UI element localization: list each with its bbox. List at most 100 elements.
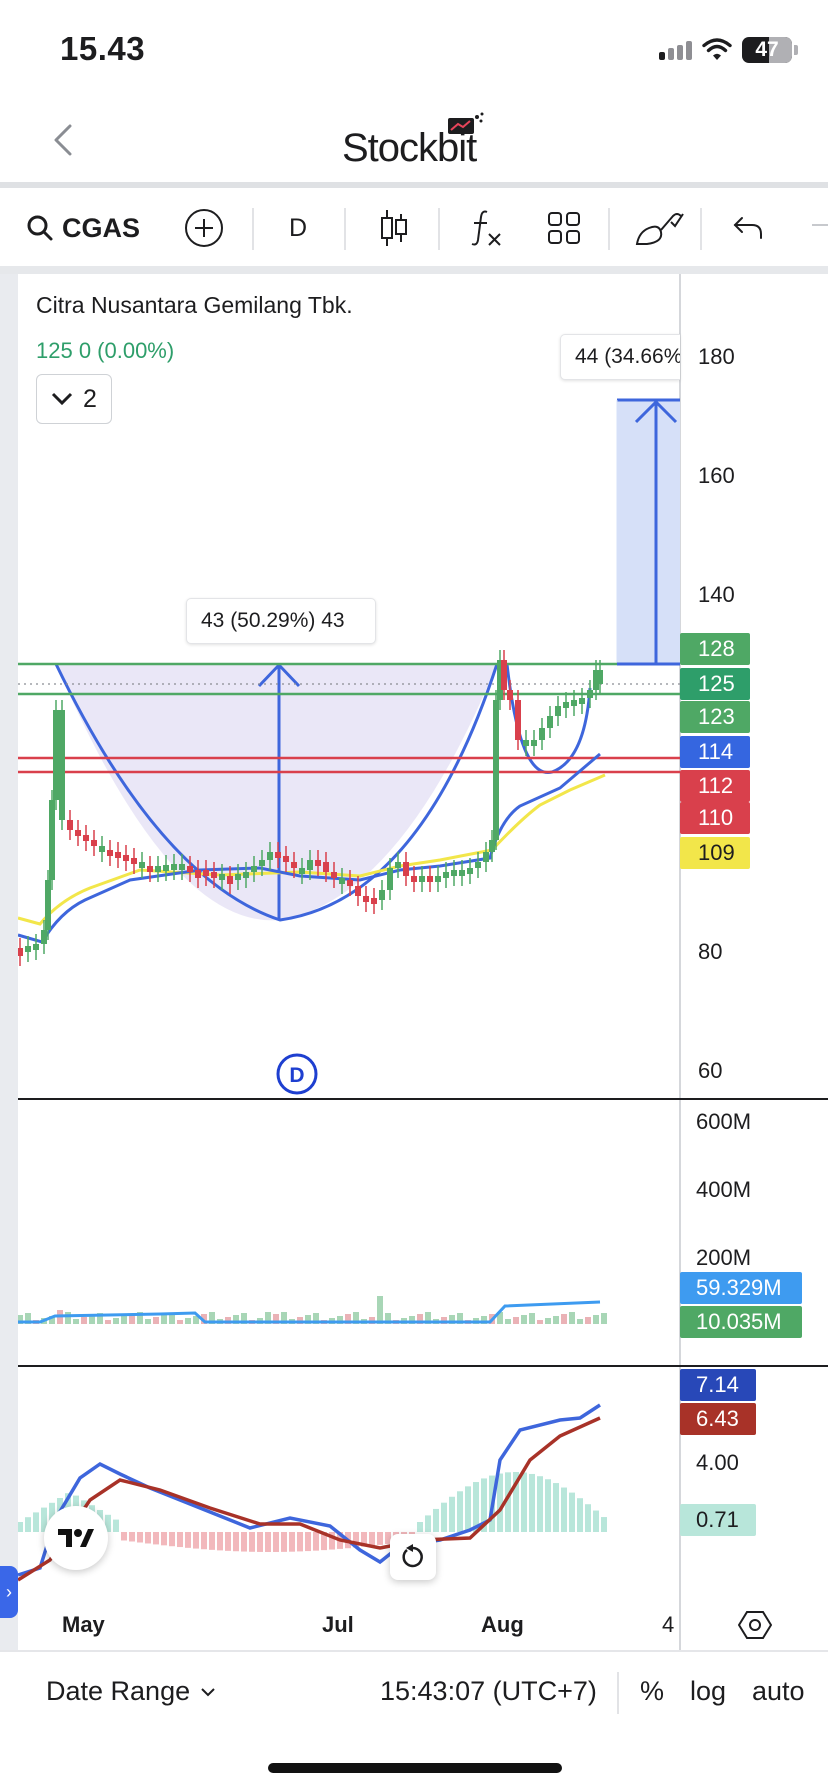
volume-bar	[537, 1320, 543, 1324]
redo-button[interactable]	[800, 190, 828, 266]
candle-body	[227, 876, 233, 884]
price-tag-114: 114	[680, 736, 750, 768]
volume-bar	[593, 1315, 599, 1324]
candle-body	[91, 840, 97, 846]
histogram-bar	[521, 1472, 527, 1532]
compare-add-button[interactable]	[182, 190, 226, 266]
candle-body	[283, 856, 289, 862]
histogram-bar	[425, 1515, 431, 1532]
indicators-button[interactable]	[462, 190, 510, 266]
histogram-bar	[161, 1532, 167, 1546]
chart-settings-icon[interactable]	[738, 1610, 772, 1640]
chart-type-button[interactable]	[370, 190, 418, 266]
candle-body	[49, 800, 55, 880]
candle-body	[547, 716, 553, 728]
histogram-bar	[545, 1479, 551, 1532]
cup-measurement-label[interactable]: 43 (50.29%) 43	[186, 598, 376, 644]
price-axis-label: 160	[698, 463, 735, 488]
histogram-bar	[25, 1517, 31, 1532]
volume-bar	[561, 1314, 567, 1324]
volume-tag: 10.035M	[680, 1306, 802, 1338]
candle-body	[299, 868, 305, 874]
volume-bar	[121, 1316, 127, 1324]
candle-body	[243, 872, 249, 878]
time-axis-label: Jul	[322, 1612, 354, 1637]
volume-bar	[81, 1317, 87, 1324]
price-tag-109: 109	[680, 837, 750, 869]
candle-body	[403, 862, 409, 876]
histogram-bar	[273, 1532, 279, 1552]
interval-label: D	[288, 213, 308, 242]
histogram-bar	[593, 1510, 599, 1532]
percent-scale-button[interactable]: %	[640, 1676, 664, 1707]
volume-bar	[529, 1313, 535, 1324]
redo-icon	[812, 224, 828, 226]
tradingview-logo-button[interactable]	[44, 1506, 108, 1570]
volume-ma-tag: 59.329M	[680, 1272, 802, 1304]
oscillator-axis-label: 4.00	[696, 1450, 739, 1475]
legend-collapse-button[interactable]: 2	[36, 374, 112, 424]
histogram-bar	[233, 1532, 239, 1552]
refresh-icon	[402, 1544, 423, 1568]
interval-button[interactable]: D	[272, 190, 324, 266]
candle-body	[507, 690, 513, 700]
histogram-bar	[193, 1532, 199, 1549]
date-range-button[interactable]: Date Range	[46, 1676, 216, 1707]
candle-body	[25, 946, 31, 952]
back-chevron-icon[interactable]	[44, 118, 84, 162]
side-panel-handle[interactable]: ›	[0, 1566, 18, 1618]
toolbar-divider	[0, 266, 828, 274]
candle-body	[187, 866, 193, 872]
candle-body	[563, 702, 569, 708]
candle-body	[489, 840, 495, 852]
company-name: Citra Nusantara Gemilang Tbk.	[36, 292, 353, 318]
candle-body	[291, 862, 297, 868]
layouts-button[interactable]	[540, 190, 588, 266]
log-scale-button[interactable]: log	[690, 1676, 726, 1707]
candle-body	[419, 876, 425, 882]
volume-bar	[65, 1312, 71, 1324]
candle-body	[395, 862, 401, 868]
auto-scale-button[interactable]: auto	[752, 1676, 805, 1707]
symbol-search-button[interactable]: CGAS	[18, 190, 148, 266]
candle-body	[355, 886, 361, 896]
bottom-bar: Date Range 15:43:07 (UTC+7) % log auto	[0, 1652, 828, 1732]
target-zone[interactable]	[617, 400, 680, 664]
price-tag-110: 110	[680, 802, 750, 834]
histogram-bar	[577, 1498, 583, 1532]
tradingview-logo-icon	[58, 1529, 94, 1547]
histogram-bar	[129, 1532, 135, 1542]
candle-body	[83, 835, 89, 841]
histogram-bar	[137, 1532, 143, 1543]
candle-body	[371, 898, 377, 904]
volume-bar	[73, 1319, 79, 1324]
grid-layout-icon	[548, 212, 580, 244]
chart-toolbar: CGAS D	[0, 190, 828, 266]
candle-body	[411, 876, 417, 882]
candle-body	[451, 870, 457, 876]
macd-value-tag: 7.14	[680, 1369, 756, 1401]
chevron-down-icon	[201, 1687, 215, 1696]
reset-chart-button[interactable]	[390, 1534, 436, 1580]
candle-body	[531, 740, 537, 746]
candle-body	[251, 866, 257, 872]
date-range-label: Date Range	[46, 1676, 191, 1706]
target-measurement-label[interactable]: 44 (34.66%	[560, 334, 680, 380]
histogram-bar	[185, 1532, 191, 1548]
undo-button[interactable]	[724, 190, 772, 266]
function-fx-icon	[471, 210, 501, 246]
price-axis-label: 180	[698, 344, 735, 369]
drawing-tools-button[interactable]	[630, 190, 688, 266]
histogram-bar	[257, 1532, 263, 1552]
candle-body	[493, 700, 499, 840]
candle-body	[147, 866, 153, 872]
candle-body	[41, 930, 47, 944]
brush-icon	[635, 213, 684, 245]
volume-bar	[105, 1320, 111, 1324]
candle-body	[555, 706, 561, 716]
add-circle-icon	[185, 209, 223, 247]
volume-bar	[145, 1319, 151, 1324]
volume-axis-label: 400M	[696, 1177, 752, 1202]
histogram-bar	[441, 1502, 447, 1532]
candle-body	[347, 880, 353, 886]
